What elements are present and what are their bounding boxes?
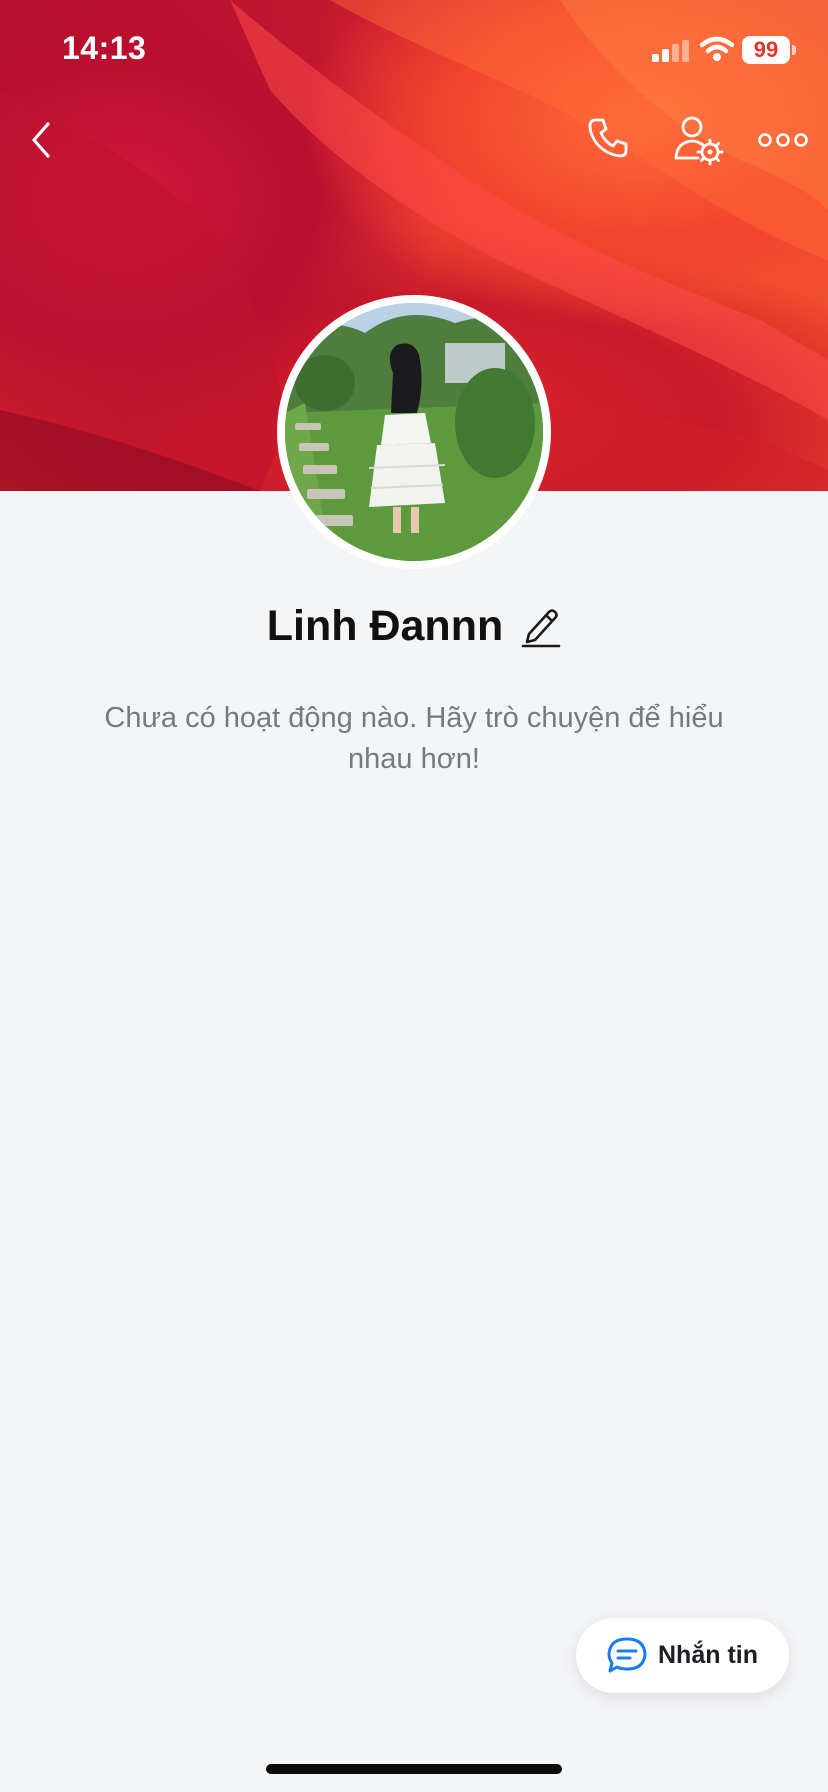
user-gear-icon: [674, 116, 724, 166]
home-indicator[interactable]: [266, 1764, 562, 1774]
chat-bubble-icon: [607, 1637, 647, 1672]
call-button[interactable]: [584, 114, 632, 162]
avatar[interactable]: [277, 295, 551, 569]
battery-tip: [792, 45, 796, 55]
cellular-signal-icon: [652, 40, 689, 62]
profile-name: Linh Đannn: [266, 601, 504, 650]
profile-screen: 14:13 99 Linh Đannn Chưa có hoạt động nà…: [0, 0, 828, 1792]
more-dots-icon: [758, 133, 808, 147]
name-row: Linh Đannn: [0, 596, 828, 656]
wifi-icon: [700, 36, 734, 61]
message-button-label: Nhắn tin: [658, 1641, 758, 1669]
phone-icon: [588, 118, 628, 158]
back-button[interactable]: [22, 116, 62, 164]
battery-level: 99: [753, 37, 779, 62]
status-bar: 14:13 99: [0, 0, 828, 100]
battery-indicator: 99: [742, 36, 790, 64]
message-button[interactable]: Nhắn tin: [576, 1618, 789, 1693]
status-time: 14:13: [62, 30, 147, 66]
avatar-illustration: [285, 303, 543, 561]
edit-pencil-icon[interactable]: [521, 604, 561, 648]
more-options-button[interactable]: [758, 122, 808, 158]
empty-activity-message: Chưa có hoạt động nào. Hãy trò chuyện để…: [104, 702, 724, 775]
profile-settings-button[interactable]: [672, 114, 724, 166]
avatar-photo: [285, 303, 543, 561]
chevron-left-icon: [32, 122, 50, 158]
